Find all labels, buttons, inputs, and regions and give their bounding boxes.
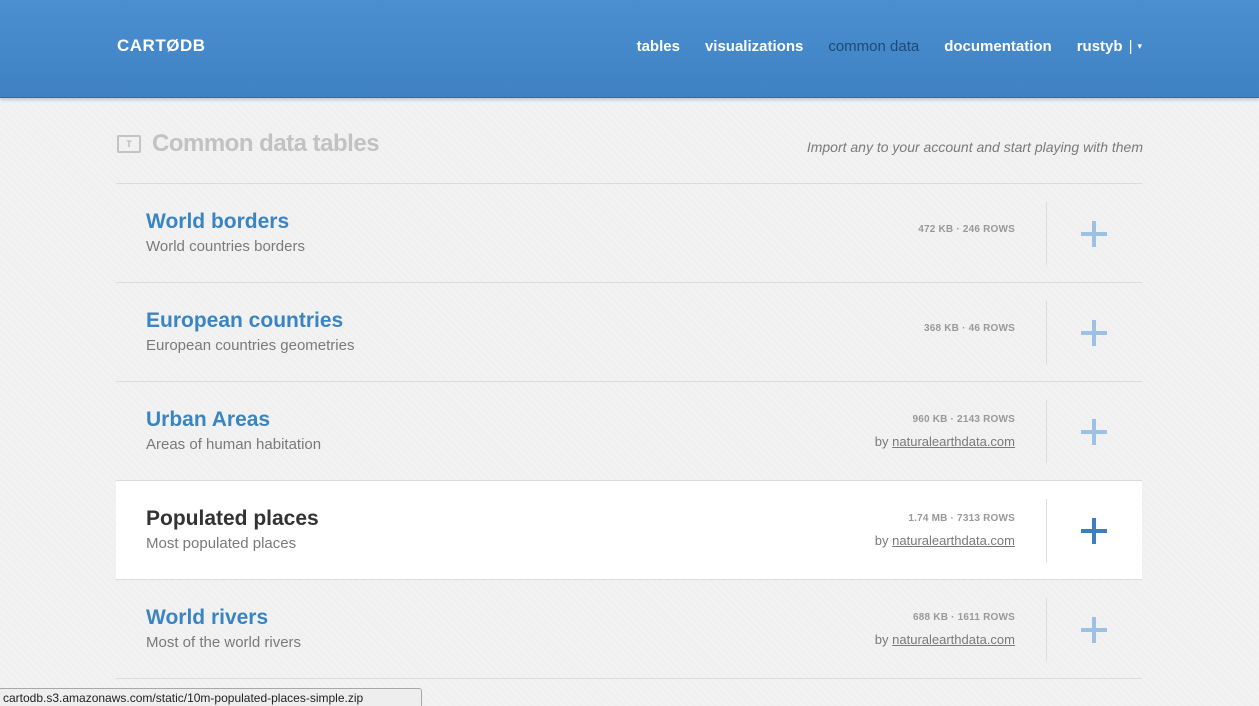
top-header: CARTØDB tables visualizations common dat… <box>0 0 1259 98</box>
page-title: Common data tables <box>152 130 380 157</box>
plus-icon[interactable] <box>1081 518 1107 544</box>
nav-documentation[interactable]: documentation <box>944 38 1052 55</box>
row-divider <box>1046 499 1047 562</box>
source-prefix: by <box>874 434 889 449</box>
user-name: rustyb <box>1076 38 1123 55</box>
table-size: 1.74 MB · 7313 ROWS <box>908 513 1015 524</box>
plus-icon[interactable] <box>1081 221 1107 247</box>
page-subtitle: Import any to your account and start pla… <box>806 139 1143 155</box>
table-title[interactable]: World borders <box>146 210 289 234</box>
table-title[interactable]: European countries <box>146 309 343 333</box>
table-size: 960 KB · 2143 ROWS <box>912 414 1015 425</box>
table-row: World rivers Most of the world rivers 68… <box>116 580 1142 679</box>
row-divider <box>1046 301 1047 364</box>
table-source: by naturalearthdata.com <box>875 533 1015 548</box>
table-size: 688 KB · 1611 ROWS <box>913 612 1015 623</box>
table-title[interactable]: Populated places <box>146 507 319 531</box>
common-tables-list: World borders World countries borders 47… <box>116 183 1142 679</box>
plus-icon[interactable] <box>1081 617 1107 643</box>
nav-visualizations[interactable]: visualizations <box>705 38 803 55</box>
user-menu[interactable]: rustyb | ▾ <box>1077 38 1142 55</box>
table-meta: 368 KB · 46 ROWS <box>924 323 1015 334</box>
nav-tables[interactable]: tables <box>637 38 680 55</box>
source-link[interactable]: naturalearthdata.com <box>892 533 1015 548</box>
nav-common-data[interactable]: common data <box>828 38 919 55</box>
cartodb-logo[interactable]: CARTØDB <box>117 36 206 56</box>
table-row: European countries European countries ge… <box>116 283 1142 382</box>
table-row: Urban Areas Areas of human habitation 96… <box>116 382 1142 481</box>
table-icon: T <box>117 135 141 153</box>
table-meta: 1.74 MB · 7313 ROWS by naturalearthdata.… <box>875 513 1015 548</box>
table-description: Areas of human habitation <box>146 436 322 453</box>
plus-icon[interactable] <box>1081 419 1107 445</box>
table-description: European countries geometries <box>146 337 355 354</box>
source-prefix: by <box>874 632 889 647</box>
table-source: by naturalearthdata.com <box>875 434 1015 449</box>
row-divider <box>1046 202 1047 265</box>
table-size: 472 KB · 246 ROWS <box>918 224 1015 235</box>
chevron-down-icon: ▾ <box>1137 41 1142 51</box>
table-row: Populated places Most populated places 1… <box>116 481 1142 580</box>
table-row: World borders World countries borders 47… <box>116 184 1142 283</box>
table-title[interactable]: Urban Areas <box>146 408 270 432</box>
main-nav: tables visualizations common data docume… <box>612 38 1142 55</box>
table-description: World countries borders <box>146 238 305 255</box>
source-link[interactable]: naturalearthdata.com <box>892 434 1015 449</box>
browser-status-bar: cartodb.s3.amazonaws.com/static/10m-popu… <box>0 688 422 706</box>
user-menu-separator: | <box>1128 38 1133 55</box>
table-meta: 960 KB · 2143 ROWS by naturalearthdata.c… <box>875 414 1015 449</box>
table-source: by naturalearthdata.com <box>875 632 1015 647</box>
plus-icon[interactable] <box>1081 320 1107 346</box>
row-divider <box>1046 598 1047 661</box>
table-meta: 688 KB · 1611 ROWS by naturalearthdata.c… <box>875 612 1015 647</box>
table-meta: 472 KB · 246 ROWS <box>918 224 1015 235</box>
row-divider <box>1046 400 1047 463</box>
table-description: Most populated places <box>146 535 297 552</box>
table-description: Most of the world rivers <box>146 634 302 651</box>
source-link[interactable]: naturalearthdata.com <box>892 632 1015 647</box>
source-prefix: by <box>874 533 889 548</box>
table-title[interactable]: World rivers <box>146 606 268 630</box>
table-size: 368 KB · 46 ROWS <box>923 323 1015 334</box>
page-heading: T Common data tables Import any to your … <box>117 130 1143 160</box>
